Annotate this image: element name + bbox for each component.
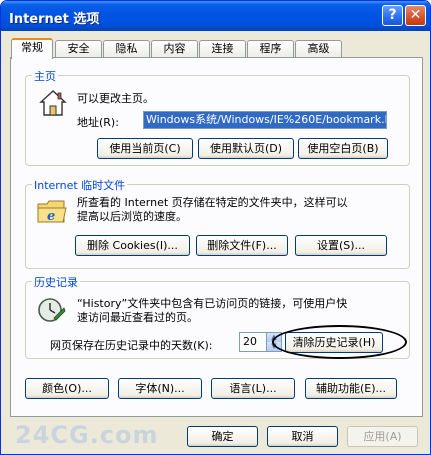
tab-security[interactable]: 安全 — [55, 40, 102, 58]
address-label: 地址(R): — [77, 116, 119, 129]
temporary-files-description-line2: 提高以后浏览的速度。 — [77, 210, 187, 223]
tab-content[interactable]: 内容 — [151, 40, 198, 58]
help-button[interactable]: ? — [382, 5, 403, 26]
history-description-line2: 速访问最近查看过的页。 — [77, 311, 198, 324]
tab-programs[interactable]: 程序 — [247, 40, 294, 58]
use-current-page-button[interactable]: 使用当前页(C) — [97, 138, 193, 159]
delete-cookies-button[interactable]: 删除 Cookies(I)... — [75, 235, 190, 256]
history-clock-icon — [38, 298, 66, 322]
history-days-input[interactable]: 20 — [239, 332, 267, 352]
general-tab-panel: 主页 可以更改主页。 地址(R): Windows系统/Windows/IE%2… — [10, 57, 423, 417]
tab-general[interactable]: 常规 — [11, 38, 53, 59]
home-page-description: 可以更改主页。 — [77, 92, 154, 105]
delete-files-button[interactable]: 删除文件(F)... — [196, 235, 288, 256]
ok-button[interactable]: 确定 — [187, 426, 258, 447]
languages-button[interactable]: 语言(L)... — [211, 378, 295, 399]
fonts-button[interactable]: 字体(N)... — [118, 378, 202, 399]
title-bar: Internet 选项 ? ✕ — [1, 1, 430, 31]
watermark-text: 24CG.com — [15, 421, 159, 449]
folder-ie-icon: e — [37, 200, 67, 224]
highlight-ellipse — [272, 325, 407, 359]
internet-options-window: Internet 选项 ? ✕ 常规 安全 隐私 内容 连接 程序 高级 主页 … — [0, 0, 431, 455]
home-page-legend: 主页 — [32, 68, 58, 84]
house-icon — [39, 90, 67, 116]
accessibility-button[interactable]: 辅助功能(E)... — [305, 378, 397, 399]
svg-text:e: e — [47, 209, 55, 224]
apply-button[interactable]: 应用(A) — [347, 426, 418, 447]
use-blank-page-button[interactable]: 使用空白页(B) — [298, 138, 388, 159]
tab-privacy[interactable]: 隐私 — [103, 40, 150, 58]
use-default-page-button[interactable]: 使用默认页(D) — [198, 138, 294, 159]
address-field[interactable]: Windows系统/Windows/IE%260E/bookmark.htm — [143, 111, 387, 129]
cancel-button[interactable]: 取消 — [267, 426, 338, 447]
close-button[interactable]: ✕ — [405, 5, 426, 26]
history-legend: 历史记录 — [32, 274, 80, 290]
temporary-files-legend: Internet 临时文件 — [32, 177, 128, 193]
colors-button[interactable]: 颜色(O)... — [25, 378, 109, 399]
tab-connections[interactable]: 连接 — [199, 40, 246, 58]
window-title: Internet 选项 — [9, 12, 100, 27]
history-days-label: 网页保存在历史记录中的天数(K): — [50, 339, 213, 352]
temp-files-settings-button[interactable]: 设置(S)... — [295, 235, 387, 256]
tab-advanced[interactable]: 高级 — [295, 40, 342, 58]
